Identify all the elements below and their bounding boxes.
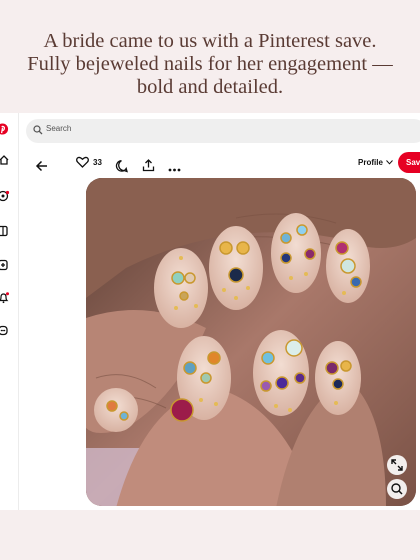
search-placeholder: Search [46,124,72,133]
like-button[interactable]: 33 [76,152,102,172]
profile-dropdown[interactable]: Profile [358,152,393,172]
caption-line: A bride came to us with a Pinterest save… [43,30,377,52]
pin-image[interactable] [86,178,416,506]
chevron-down-icon [386,159,393,165]
heart-icon [76,156,89,168]
back-arrow-icon[interactable] [35,156,48,176]
notifications-icon[interactable] [0,292,10,304]
share-icon[interactable] [142,155,155,175]
messages-icon[interactable] [0,325,10,337]
boards-icon[interactable] [0,225,10,237]
like-count: 33 [93,157,102,167]
create-icon[interactable] [0,259,10,271]
pin-closeup: 33 Profile Save [32,152,420,510]
explore-icon[interactable] [0,190,10,202]
home-icon[interactable] [0,154,10,166]
caption-line: Fully bejeweled nails for her engagement… [27,53,393,75]
pinterest-logo-icon[interactable] [0,123,9,135]
comment-icon[interactable] [115,156,128,176]
profile-label: Profile [358,157,383,167]
caption: A bride came to us with a Pinterest save… [0,30,420,99]
save-button[interactable]: Save [398,152,420,173]
search-input[interactable]: Search [26,119,420,143]
more-options-icon[interactable] [168,160,181,180]
search-icon [33,125,43,135]
caption-line: bold and detailed. [136,76,284,98]
pinterest-screen: Search 33 Profile Save [0,113,420,510]
expand-icon[interactable] [386,454,408,476]
visual-search-icon[interactable] [386,478,408,500]
left-sidebar [0,113,19,510]
bejeweled-nails-photo [86,178,416,506]
